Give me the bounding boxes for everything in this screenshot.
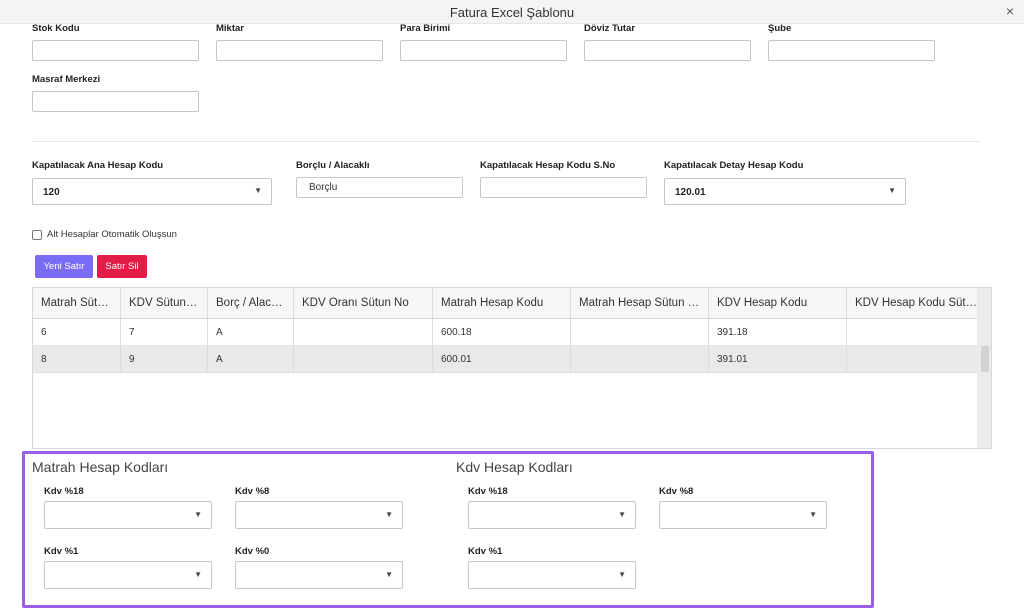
para-birimi-label: Para Birimi [400,23,451,34]
column-header[interactable]: Matrah Hesap Sütun No [571,288,709,318]
chevron-down-icon: ▼ [194,570,202,579]
doviz-tutar-label: Döviz Tutar [584,23,636,34]
title-bar: Fatura Excel Şablonu × [0,0,1024,24]
detay-hesap-value: 120.01 [675,187,706,198]
table-cell [847,346,987,372]
kdv-kdv1-label: Kdv %1 [468,546,503,557]
column-header[interactable]: Matrah Hesap Kodu [433,288,571,318]
new-row-button[interactable]: Yeni Satır [35,255,93,278]
kdv-section-title: Kdv Hesap Kodları [456,459,573,475]
grid-header-row: Matrah Sütun No KDV Sütun No Borç / Alac… [33,288,987,319]
grid-scrollbar[interactable] [977,288,991,448]
hesap-sno-label: Kapatılacak Hesap Kodu S.No [480,160,616,171]
kdv-kdv8-label: Kdv %8 [659,486,694,497]
chevron-down-icon: ▼ [618,570,626,579]
table-cell: A [208,319,294,345]
table-cell: 600.01 [433,346,571,372]
table-cell [294,319,433,345]
window-title: Fatura Excel Şablonu [449,5,575,20]
detay-hesap-select[interactable]: 120.01 ▼ [664,178,906,205]
miktar-input[interactable] [216,40,383,61]
kdv-kdv1-select[interactable]: ▼ [468,561,636,589]
ana-hesap-value: 120 [43,187,60,198]
matrah-kdv18-label: Kdv %18 [44,486,84,497]
section-divider [32,141,980,142]
miktar-label: Miktar [216,23,244,34]
column-header[interactable]: KDV Hesap Kodu Sütun No [847,288,987,318]
table-cell: 391.18 [709,319,847,345]
chevron-down-icon: ▼ [618,510,626,519]
table-cell: 600.18 [433,319,571,345]
grid-scrollbar-thumb[interactable] [981,346,989,372]
stok-kodu-input[interactable] [32,40,199,61]
alt-hesaplar-label: Alt Hesaplar Otomatik Oluşsun [47,229,177,240]
kdv-kdv8-select[interactable]: ▼ [659,501,827,529]
matrah-kdv18-select[interactable]: ▼ [44,501,212,529]
matrah-kdv1-label: Kdv %1 [44,546,79,557]
sube-label: Şube [768,23,792,34]
table-cell: 8 [33,346,121,372]
table-cell: 391.01 [709,346,847,372]
chevron-down-icon: ▼ [888,186,896,195]
matrah-kdv8-select[interactable]: ▼ [235,501,403,529]
column-header[interactable]: KDV Sütun No [121,288,208,318]
column-header[interactable]: Borç / Alacak Sütun No [208,288,294,318]
table-cell: 7 [121,319,208,345]
chevron-down-icon: ▼ [194,510,202,519]
matrah-kdv0-select[interactable]: ▼ [235,561,403,589]
chevron-down-icon: ▼ [809,510,817,519]
doviz-tutar-input[interactable] [584,40,751,61]
table-cell: 6 [33,319,121,345]
chevron-down-icon: ▼ [385,570,393,579]
borclu-alacakli-label: Borçlu / Alacaklı [296,160,370,171]
table-cell: 9 [121,346,208,372]
table-row[interactable]: 8 9 A 600.01 391.01 [33,346,987,373]
chevron-down-icon: ▼ [254,186,262,195]
table-row[interactable]: 6 7 A 600.18 391.18 [33,319,987,346]
data-grid: Matrah Sütun No KDV Sütun No Borç / Alac… [32,287,992,449]
ana-hesap-select[interactable]: 120 ▼ [32,178,272,205]
kdv-kdv18-select[interactable]: ▼ [468,501,636,529]
masraf-merkezi-input[interactable] [32,91,199,112]
table-cell [571,346,709,372]
hesap-sno-input[interactable] [480,177,647,198]
alt-hesaplar-checkbox[interactable] [32,230,42,240]
hesap-kodlari-panel: Matrah Hesap Kodları Kdv Hesap Kodları K… [22,451,874,608]
table-cell [294,346,433,372]
table-cell: A [208,346,294,372]
matrah-section-title: Matrah Hesap Kodları [32,459,169,475]
kdv-kdv18-label: Kdv %18 [468,486,508,497]
masraf-merkezi-label: Masraf Merkezi [32,74,101,85]
detay-hesap-label: Kapatılacak Detay Hesap Kodu [664,160,804,171]
column-header[interactable]: KDV Oranı Sütun No [294,288,433,318]
ana-hesap-label: Kapatılacak Ana Hesap Kodu [32,160,164,171]
matrah-kdv1-select[interactable]: ▼ [44,561,212,589]
table-cell [847,319,987,345]
close-icon[interactable]: × [1006,3,1014,19]
para-birimi-input[interactable] [400,40,567,61]
sube-input[interactable] [768,40,935,61]
table-cell [571,319,709,345]
delete-row-button[interactable]: Satır Sil [97,255,147,278]
matrah-kdv8-label: Kdv %8 [235,486,270,497]
stok-kodu-label: Stok Kodu [32,23,80,34]
column-header[interactable]: KDV Hesap Kodu [709,288,847,318]
column-header[interactable]: Matrah Sütun No [33,288,121,318]
matrah-kdv0-label: Kdv %0 [235,546,270,557]
borclu-alacakli-input[interactable]: Borçlu [296,177,463,198]
chevron-down-icon: ▼ [385,510,393,519]
